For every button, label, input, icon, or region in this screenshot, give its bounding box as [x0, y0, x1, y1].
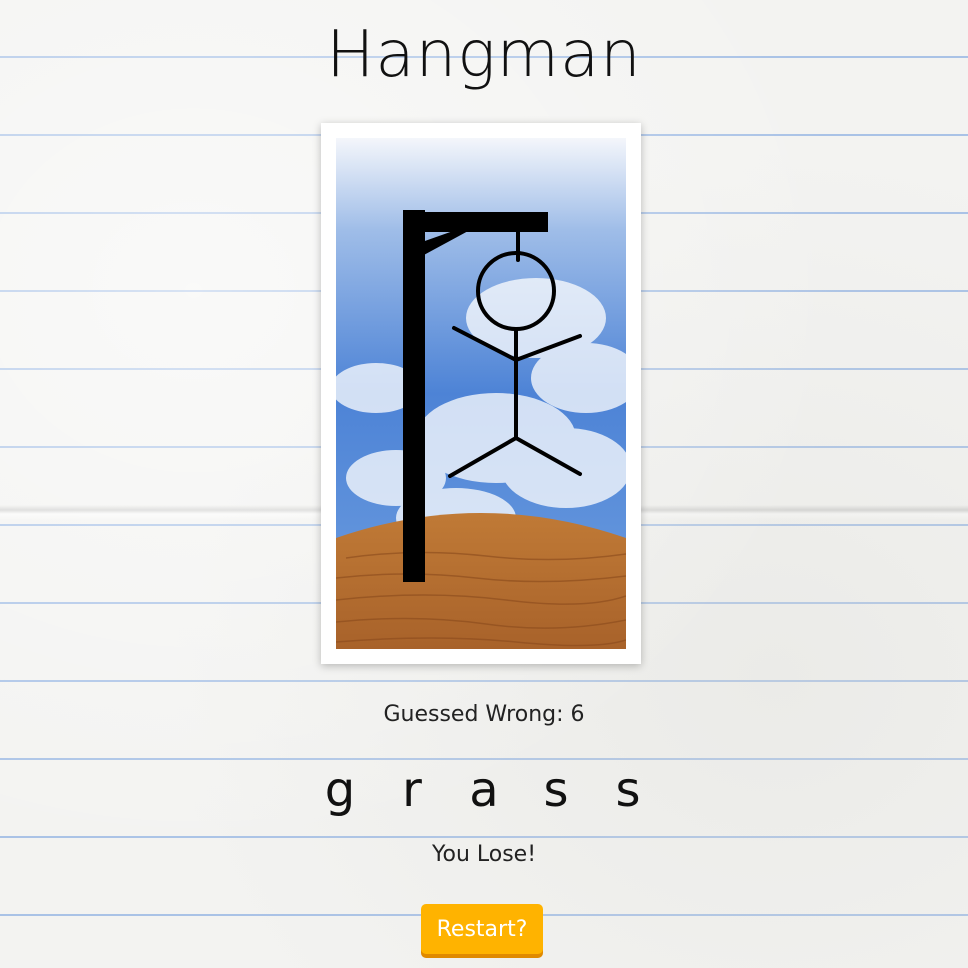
word-display: g r a s s — [0, 762, 968, 818]
hangman-card — [321, 123, 641, 664]
page-title: Hangman — [326, 18, 642, 92]
result-message: You Lose! — [431, 842, 537, 867]
word-letter: g — [324, 762, 356, 818]
word-letter: r — [402, 762, 422, 818]
word-letter: s — [543, 762, 569, 818]
word-letter: s — [615, 762, 641, 818]
wrong-guess-count: Guessed Wrong: 6 — [383, 702, 585, 727]
gallows-beam — [403, 212, 548, 232]
ground — [336, 513, 626, 649]
restart-button[interactable]: Restart? — [421, 904, 543, 954]
hangman-scene — [336, 138, 626, 649]
gallows-post — [403, 210, 425, 582]
word-letter: a — [469, 762, 499, 818]
hangman-drawing — [336, 138, 626, 649]
